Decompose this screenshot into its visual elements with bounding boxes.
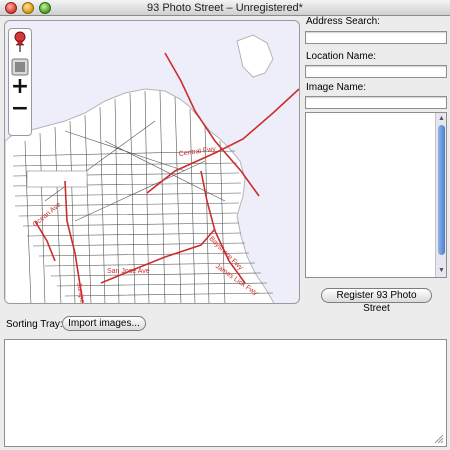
map-view[interactable]: Central Fwy San Jose Ave James Lick Fwy … xyxy=(4,20,300,304)
zoom-in-icon[interactable]: + xyxy=(10,74,30,99)
sorting-tray[interactable] xyxy=(4,339,447,447)
map-label-san-jose-ave: San Jose Ave xyxy=(107,268,150,275)
map-canvas[interactable]: Central Fwy San Jose Ave James Lick Fwy … xyxy=(5,21,300,304)
sorting-tray-label: Sorting Tray: xyxy=(6,319,63,330)
register-button[interactable]: Register 93 Photo Street xyxy=(321,288,432,314)
notes-textarea[interactable]: ▲ ▼ xyxy=(305,112,447,278)
map-toolbox: + − xyxy=(8,28,32,136)
scroll-thumb[interactable] xyxy=(438,125,445,255)
window-title: 93 Photo Street – Unregistered* xyxy=(147,2,303,14)
zoom-out-glyph: − xyxy=(10,96,30,121)
address-search-input[interactable] xyxy=(305,31,447,44)
zoom-out-icon[interactable]: − xyxy=(10,96,30,121)
address-search-label: Address Search: xyxy=(306,16,380,27)
scroll-up-icon[interactable]: ▲ xyxy=(436,114,447,124)
scroll-down-icon[interactable]: ▼ xyxy=(436,266,447,276)
resize-grip-icon[interactable] xyxy=(434,434,444,444)
park-area xyxy=(26,170,88,188)
image-name-label: Image Name: xyxy=(306,82,367,93)
pushpin-icon[interactable] xyxy=(10,31,30,52)
location-name-input[interactable] xyxy=(305,65,447,78)
import-images-button[interactable]: Import images... xyxy=(62,316,146,331)
zoom-in-glyph: + xyxy=(10,74,30,99)
title-bar: 93 Photo Street – Unregistered* xyxy=(0,0,450,16)
notes-scrollbar[interactable]: ▲ ▼ xyxy=(435,113,446,277)
image-name-input[interactable] xyxy=(305,96,447,109)
island xyxy=(236,34,274,78)
location-name-label: Location Name: xyxy=(306,51,377,62)
